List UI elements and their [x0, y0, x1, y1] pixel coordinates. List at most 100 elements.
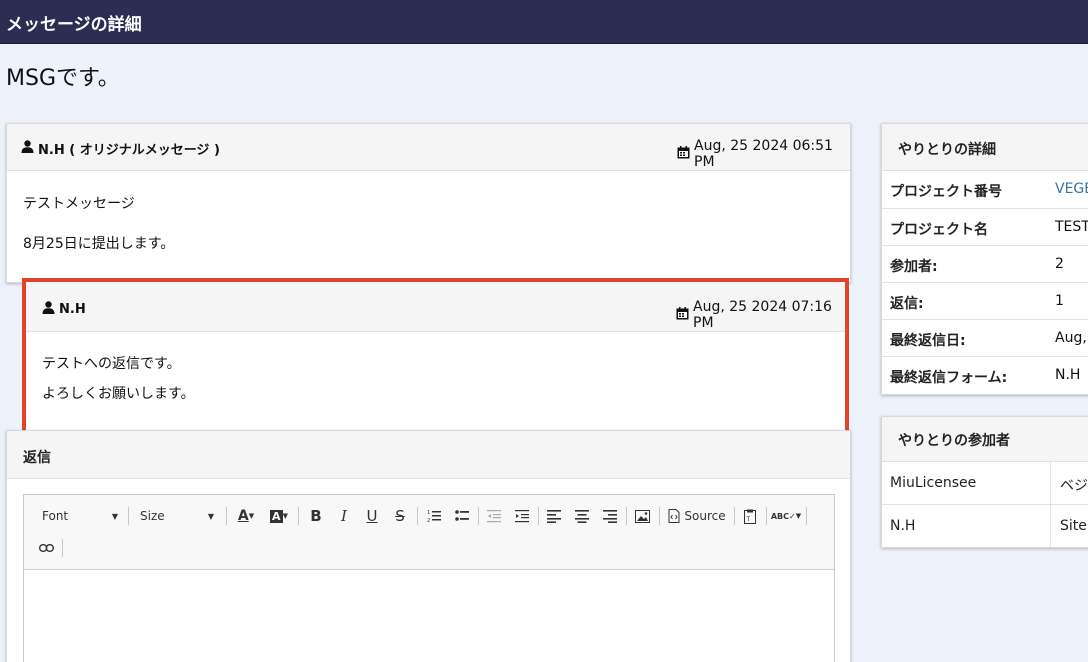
- italic-button[interactable]: I: [332, 505, 356, 527]
- toolbar-divider: [806, 507, 807, 525]
- image-icon: [634, 509, 650, 523]
- align-center-icon: [575, 510, 589, 523]
- bullet-list-button[interactable]: [450, 505, 474, 527]
- link-icon: [38, 544, 54, 552]
- bg-color-icon: A: [270, 509, 283, 523]
- details-label: 最終返信日:: [890, 333, 966, 349]
- svg-text:2: 2: [427, 518, 430, 523]
- details-label: 参加者:: [890, 259, 938, 275]
- details-card: やりとりの詳細 プロジェクト番号 VEGE プロジェクト名 TEST 参加者: …: [881, 123, 1088, 395]
- numbered-list-button[interactable]: 12: [422, 505, 446, 527]
- toolbar-divider: [226, 507, 227, 525]
- align-right-icon: [603, 510, 617, 523]
- participants-header: やりとりの参加者: [882, 417, 1088, 462]
- user-icon: [21, 140, 34, 157]
- underline-button[interactable]: U: [360, 505, 384, 527]
- link-button[interactable]: [34, 537, 58, 559]
- align-right-button[interactable]: [598, 505, 622, 527]
- size-select[interactable]: Size ▼: [132, 507, 220, 525]
- details-value: 1: [1055, 293, 1064, 309]
- details-label: プロジェクト番号: [890, 184, 1002, 200]
- chevron-down-icon: ▼: [111, 511, 118, 521]
- details-row: プロジェクト番号 VEGE: [882, 171, 1088, 208]
- image-button[interactable]: [630, 505, 654, 527]
- font-select-label: Font: [42, 509, 69, 523]
- details-title: やりとりの詳細: [898, 142, 996, 158]
- strike-button[interactable]: S: [388, 505, 412, 527]
- reply-card: 返信 Font ▼ Size ▼ A ▼ A ▼ B I U S 1 2 Sou…: [6, 430, 851, 662]
- indent-button[interactable]: [510, 505, 534, 527]
- align-left-button[interactable]: [542, 505, 566, 527]
- outdent-button[interactable]: [482, 505, 506, 527]
- project-number-link[interactable]: VEGE: [1055, 181, 1088, 197]
- message-date-text: Aug, 25 2024 06:51 PM: [694, 138, 833, 170]
- calendar-icon: [676, 306, 689, 324]
- text-color-icon: A: [237, 508, 249, 524]
- align-center-button[interactable]: [570, 505, 594, 527]
- details-value: N.H: [1055, 367, 1081, 383]
- participants-title: やりとりの参加者: [898, 433, 1010, 449]
- message-line: 8月25日に提出します。: [23, 236, 175, 252]
- page-title: MSGです。: [6, 66, 120, 91]
- participant-role: Site A: [1050, 505, 1088, 547]
- message-author: N.H: [42, 301, 86, 318]
- svg-text:1: 1: [427, 510, 430, 516]
- toolbar-divider: [62, 539, 63, 557]
- editor-content-area[interactable]: [24, 571, 834, 662]
- chevron-down-icon: ▼: [207, 511, 214, 521]
- details-row: 最終返信フォーム: N.H: [882, 356, 1088, 393]
- participant-name: N.H: [890, 518, 916, 534]
- top-bar: メッセージの詳細: [0, 0, 1088, 44]
- paste-text-icon: T: [744, 509, 756, 524]
- participant-row: N.H Site A: [882, 504, 1088, 547]
- details-label: プロジェクト名: [890, 222, 988, 238]
- toolbar-divider: [659, 507, 660, 525]
- reply-header: 返信: [7, 431, 850, 479]
- details-row: プロジェクト名 TEST: [882, 208, 1088, 245]
- toolbar-divider: [734, 507, 735, 525]
- font-select[interactable]: Font ▼: [34, 507, 124, 525]
- details-label: 最終返信フォーム:: [890, 370, 1008, 386]
- strikethrough-icon: S: [395, 507, 405, 525]
- editor-toolbar: Font ▼ Size ▼ A ▼ A ▼ B I U S 12 Source …: [24, 495, 834, 570]
- svg-text:T: T: [746, 516, 751, 523]
- details-value: TEST: [1055, 219, 1088, 235]
- paste-text-button[interactable]: T: [738, 505, 762, 527]
- message-line: テストメッセージ: [23, 196, 135, 212]
- details-header: やりとりの詳細: [882, 124, 1088, 171]
- source-button[interactable]: Source: [664, 505, 730, 527]
- message-line: テストへの返信です。: [42, 356, 181, 372]
- calendar-icon: [677, 145, 690, 163]
- user-icon: [42, 301, 55, 318]
- bold-button[interactable]: B: [304, 505, 328, 527]
- message-header: N.H ( オリジナルメッセージ ) Aug, 25 2024 06:51 PM: [7, 124, 850, 171]
- window-title: メッセージの詳細: [6, 15, 142, 35]
- rich-text-editor: Font ▼ Size ▼ A ▼ A ▼ B I U S 12 Source …: [23, 494, 835, 662]
- source-icon: [668, 509, 680, 523]
- participant-role: ベジ: [1050, 462, 1088, 504]
- message-author: N.H ( オリジナルメッセージ ): [21, 139, 220, 158]
- toolbar-divider: [766, 507, 767, 525]
- underline-icon: U: [366, 507, 378, 525]
- message-date: Aug, 25 2024 07:16 PM: [676, 299, 845, 331]
- spellcheck-button[interactable]: ABC✓ ▼: [770, 505, 802, 527]
- source-label: Source: [684, 509, 726, 523]
- bullet-list-icon: [455, 510, 469, 521]
- message-header: N.H Aug, 25 2024 07:16 PM: [26, 282, 845, 332]
- details-row: 返信: 1: [882, 282, 1088, 319]
- text-color-button[interactable]: A ▼: [232, 505, 260, 527]
- reply-message-card: N.H Aug, 25 2024 07:16 PM テストへの返信です。 よろし…: [22, 278, 849, 436]
- message-author-name: N.H: [59, 302, 86, 317]
- align-left-icon: [547, 510, 561, 523]
- toolbar-divider: [478, 507, 479, 525]
- message-line: よろしくお願いします。: [42, 386, 195, 402]
- outdent-icon: [487, 510, 501, 523]
- message-author-name: N.H ( オリジナルメッセージ ): [38, 143, 220, 158]
- toolbar-divider: [626, 507, 627, 525]
- message-date-text: Aug, 25 2024 07:16 PM: [693, 299, 832, 331]
- participants-card: やりとりの参加者 MiuLicensee ベジ N.H Site A: [881, 416, 1088, 548]
- italic-icon: I: [341, 507, 347, 525]
- bg-color-button[interactable]: A ▼: [264, 505, 294, 527]
- toolbar-divider: [417, 507, 418, 525]
- details-row: 参加者: 2: [882, 245, 1088, 282]
